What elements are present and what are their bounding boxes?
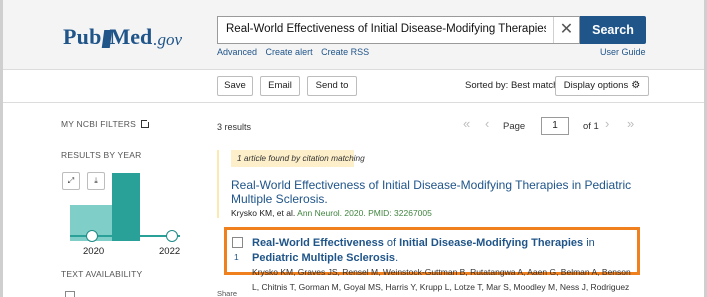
my-ncbi-filters-label: MY NCBI FILTERS — [61, 119, 136, 129]
first-page-icon[interactable]: « — [463, 116, 470, 131]
create-alert-link[interactable]: Create alert — [266, 47, 313, 57]
citation-match-note: 1 article found by citation matching — [231, 150, 365, 167]
page-number-input[interactable]: 1 — [541, 117, 569, 135]
citation-match-rule — [217, 150, 219, 218]
share-button[interactable]: Share — [217, 289, 237, 297]
next-page-icon[interactable]: › — [605, 116, 609, 131]
user-guide-link[interactable]: User Guide — [600, 47, 646, 57]
title-part: Real-World Effectiveness — [252, 237, 384, 249]
year-slider-end-handle[interactable] — [166, 230, 178, 242]
search-input[interactable]: Real-World Effectiveness of Initial Dise… — [217, 16, 580, 44]
results-count: 3 results — [217, 122, 252, 132]
filters-sidebar: MY NCBI FILTERS RESULTS BY YEAR ⤢ ⤓ 2020… — [3, 103, 208, 297]
result-number: 1 — [234, 252, 239, 262]
logo-pub: Pub — [63, 24, 102, 49]
last-page-icon[interactable]: » — [627, 116, 634, 131]
email-button[interactable]: Email — [260, 76, 300, 96]
citation-pmid: PMID: 32267005 — [368, 208, 432, 218]
abstract-filter-checkbox[interactable] — [65, 291, 75, 297]
result-authors-line2: L, Chitnis T, Gorman M, Goyal MS, Harris… — [252, 282, 630, 292]
save-button[interactable]: Save — [217, 76, 253, 96]
result-title-link[interactable]: Real-World Effectiveness of Initial Dise… — [252, 236, 639, 266]
page-label: Page — [503, 121, 526, 132]
result-select-checkbox[interactable] — [232, 237, 243, 248]
pubmed-logo[interactable]: Pub Med .gov — [63, 20, 182, 50]
citation-result-meta: Krysko KM, et al. Ann Neurol. 2020. PMID… — [231, 208, 432, 218]
my-ncbi-filters[interactable]: MY NCBI FILTERS — [61, 118, 151, 129]
send-to-button[interactable]: Send to — [307, 76, 357, 96]
citation-journal: Ann Neurol. 2020. — [297, 208, 366, 218]
gear-icon: ⚙ — [631, 80, 641, 91]
text-availability-heading: TEXT AVAILABILITY — [61, 269, 143, 279]
citation-authors: Krysko KM, et al. — [231, 208, 296, 218]
search-links: Advanced Create alert Create RSS — [217, 47, 375, 57]
logo-med: Med — [109, 24, 153, 49]
external-link-icon — [140, 118, 151, 128]
logo-gov: .gov — [153, 30, 183, 49]
year-bar-2021[interactable] — [112, 173, 140, 241]
result-authors-line1: Krysko KM, Graves JS, Rensel M, Weinstoc… — [252, 268, 631, 277]
title-part: in — [583, 237, 595, 249]
previous-page-icon[interactable]: ‹ — [485, 116, 489, 131]
year-slider-start-handle[interactable] — [86, 230, 98, 242]
download-icon[interactable]: ⤓ — [87, 172, 105, 190]
advanced-link[interactable]: Advanced — [217, 47, 257, 57]
year-end-label: 2022 — [159, 246, 181, 257]
citation-result-title[interactable]: Real-World Effectiveness of Initial Dise… — [231, 178, 661, 206]
title-part: Pediatric Multiple Sclerosis — [252, 252, 396, 264]
sort-selector[interactable]: Sorted by: Best match — [465, 80, 558, 91]
create-rss-link[interactable]: Create RSS — [321, 47, 369, 57]
title-part: of — [383, 237, 400, 249]
title-part: Initial Disease-Modifying Therapies — [399, 237, 584, 249]
search-button[interactable]: Search — [580, 16, 646, 44]
search-query-text: Real-World Effectiveness of Initial Dise… — [226, 23, 546, 35]
year-start-label: 2020 — [83, 246, 105, 257]
page-total: of 1 — [583, 121, 599, 132]
results-toolbar: Save Email Send to Sorted by: Best match… — [3, 70, 704, 103]
expand-icon[interactable]: ⤢ — [62, 172, 80, 190]
display-options-label: Display options — [563, 80, 629, 91]
close-icon[interactable]: ✕ — [553, 17, 579, 43]
title-part: . — [395, 252, 399, 264]
results-by-year-heading: RESULTS BY YEAR — [61, 150, 142, 160]
display-options-button[interactable]: Display options ⚙ — [555, 76, 649, 96]
